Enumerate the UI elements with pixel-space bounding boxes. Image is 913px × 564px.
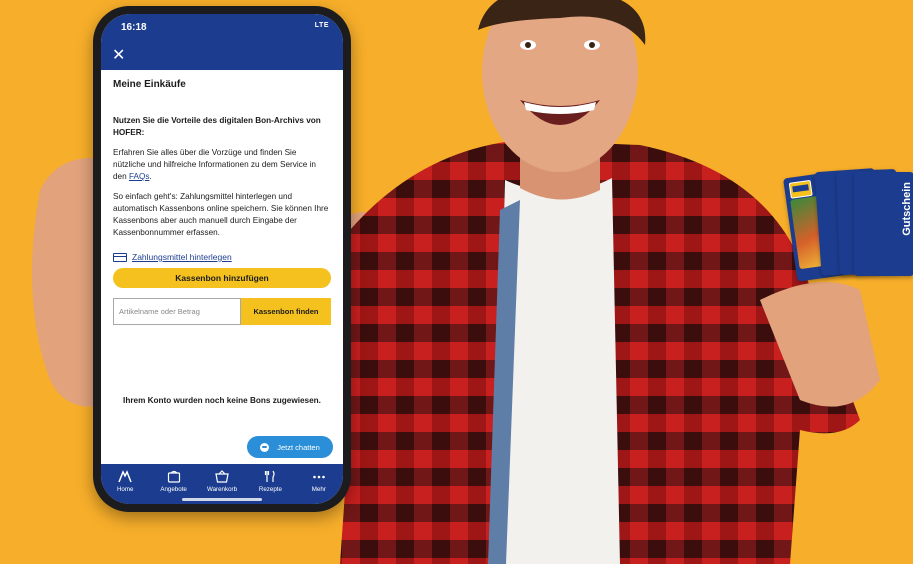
info-paragraph: Erfahren Sie alles über die Vorzüge und … bbox=[113, 147, 331, 183]
gift-cards: Gutschein Gutschein Gutschein Gutschein bbox=[783, 168, 913, 288]
hofer-logo bbox=[788, 179, 813, 199]
add-payment-label: Zahlungsmittel hinterlegen bbox=[132, 252, 232, 262]
gift-card: Gutschein bbox=[854, 172, 913, 276]
page-title: Meine Einkäufe bbox=[113, 79, 186, 90]
signal-indicator: LTE bbox=[314, 22, 329, 29]
tab-label: Warenkorb bbox=[207, 485, 238, 493]
tab-home[interactable]: Home bbox=[101, 464, 149, 504]
chat-label: Jetzt chatten bbox=[277, 442, 320, 452]
tab-label: Mehr bbox=[311, 485, 326, 493]
phone-screen: 16:18 LTE ✕ Meine Einkäufe Nutzen Sie di… bbox=[101, 14, 343, 504]
tab-more[interactable]: Mehr bbox=[295, 464, 343, 504]
info-text-end: . bbox=[149, 172, 152, 181]
bottom-nav: Home Angebote Warenkorb Rezepte Mehr bbox=[101, 464, 343, 504]
tab-label: Angebote bbox=[160, 485, 187, 493]
credit-card-icon bbox=[113, 252, 127, 262]
home-icon bbox=[118, 469, 132, 482]
chat-button[interactable]: Jetzt chatten bbox=[247, 436, 333, 458]
empty-state-message: Ihrem Konto wurden noch keine Bons zugew… bbox=[123, 396, 321, 405]
add-receipt-button[interactable]: Kassenbon hinzufügen bbox=[113, 268, 331, 288]
find-receipt-button[interactable]: Kassenbon finden bbox=[241, 298, 331, 325]
app-bar: ✕ bbox=[101, 42, 343, 70]
receipt-search-input[interactable]: Artikelname oder Betrag bbox=[113, 298, 241, 325]
howto-paragraph: So einfach geht's: Zahlungsmittel hinter… bbox=[113, 192, 329, 237]
tab-label: Home bbox=[116, 485, 134, 493]
offers-icon bbox=[167, 470, 180, 483]
promo-scene: 16:18 LTE ✕ Meine Einkäufe Nutzen Sie di… bbox=[0, 0, 913, 564]
add-payment-link[interactable]: Zahlungsmittel hinterlegen bbox=[113, 251, 331, 263]
smartphone: 16:18 LTE ✕ Meine Einkäufe Nutzen Sie di… bbox=[93, 6, 351, 512]
home-indicator bbox=[182, 498, 262, 501]
intro-heading: Nutzen Sie die Vorteile des digitalen Bo… bbox=[113, 116, 321, 137]
status-bar: 16:18 LTE bbox=[101, 14, 343, 42]
gift-card-label: Gutschein bbox=[901, 182, 913, 236]
tab-label: Rezepte bbox=[258, 485, 282, 493]
more-icon bbox=[313, 475, 325, 478]
close-icon[interactable]: ✕ bbox=[112, 48, 125, 64]
page-content: Meine Einkäufe Nutzen Sie die Vorteile d… bbox=[113, 72, 331, 263]
receipt-search: Artikelname oder Betrag Kassenbon finden bbox=[113, 298, 331, 325]
faq-link[interactable]: FAQs bbox=[129, 172, 149, 181]
recipes-icon bbox=[265, 470, 276, 482]
basket-icon bbox=[215, 469, 229, 483]
status-time: 16:18 bbox=[121, 22, 147, 33]
chat-icon bbox=[260, 442, 270, 452]
